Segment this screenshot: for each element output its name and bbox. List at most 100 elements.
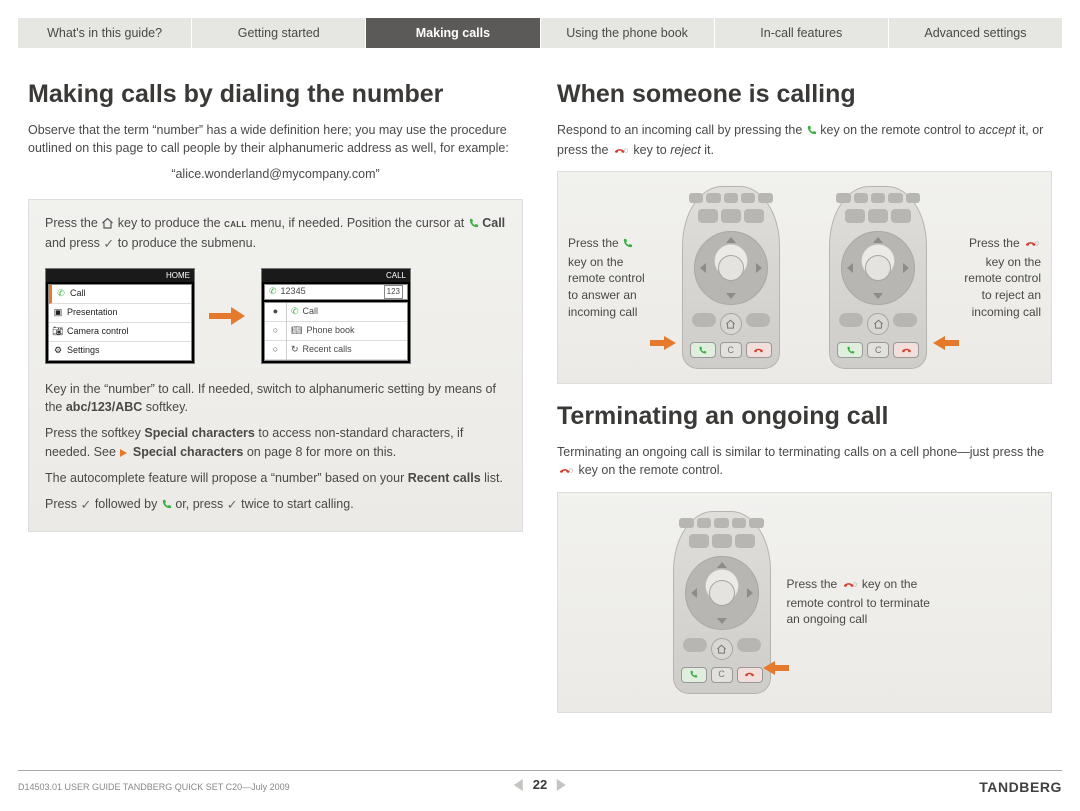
- answer-button: [690, 342, 716, 358]
- phone-red-icon: [1023, 237, 1041, 254]
- t: or, press: [175, 497, 226, 511]
- phone-green-icon: [622, 237, 633, 254]
- t: key to: [633, 143, 670, 157]
- clear-button: C: [720, 342, 742, 358]
- arrow-to-red-icon: [761, 661, 789, 675]
- brand-logo: TANDBERG: [979, 779, 1062, 795]
- col-right: When someone is calling Respond to an in…: [557, 80, 1052, 731]
- t: Press the: [568, 236, 622, 250]
- home-menu-list: ✆Call ▣Presentation 📷︎Camera control ⚙Se…: [48, 284, 192, 361]
- layout-icon: [744, 209, 764, 223]
- ok-button: [718, 255, 744, 281]
- dpad: [694, 231, 768, 305]
- t: key on the remote control to answer an i…: [568, 255, 645, 319]
- next-page-icon[interactable]: [557, 779, 566, 791]
- footer: D14503.01 USER GUIDE TANDBERG QUICK SET …: [18, 770, 1062, 795]
- t: key to produce the: [118, 216, 224, 230]
- t: on page 8 for more on this.: [247, 445, 396, 459]
- check-icon: ✓: [103, 235, 114, 254]
- t: Respond to an incoming call by pressing …: [557, 123, 806, 137]
- presentation-icon: [698, 209, 718, 223]
- t: The autocomplete feature will propose a …: [45, 471, 408, 485]
- arrow-right-icon: [209, 307, 247, 325]
- t: key on the remote control to: [820, 123, 978, 137]
- camera-icon: 📷︎: [53, 327, 63, 337]
- screenshots-row: HOME ✆Call ▣Presentation 📷︎Camera contro…: [45, 268, 506, 364]
- submenu-phonebook: 📖︎Phone book: [287, 322, 407, 341]
- t: Camera control: [67, 325, 129, 339]
- t: it.: [704, 143, 714, 157]
- submenu-call: ✆Call: [287, 303, 407, 322]
- submenu-recent: ↻Recent calls: [287, 341, 407, 360]
- remote-illustration: C: [829, 186, 927, 369]
- reject-button: [746, 342, 772, 358]
- t: 12345: [281, 285, 306, 299]
- tab-making-calls[interactable]: Making calls: [366, 18, 540, 48]
- phone-green-icon: ✆: [269, 285, 277, 299]
- menu-item-camera: 📷︎ Camera control: [49, 323, 191, 342]
- heading-incoming: When someone is calling: [557, 80, 1052, 109]
- item-column: ✆Call 📖︎Phone book ↻Recent calls: [287, 303, 407, 360]
- pager: 22: [514, 777, 566, 792]
- panel-steps: Press the key to produce the call menu, …: [28, 199, 523, 532]
- remote-terminate: C: [673, 511, 771, 694]
- t: twice to start calling.: [241, 497, 354, 511]
- incoming-intro: Respond to an incoming call by pressing …: [557, 121, 1052, 161]
- t: Press: [45, 497, 80, 511]
- phone-green-icon: [161, 497, 172, 515]
- phone-green-icon: ✆: [56, 289, 66, 299]
- check-icon: ✓: [80, 496, 91, 515]
- t: Press the: [969, 236, 1023, 250]
- caption-terminate: Press the key on the remote control to t…: [787, 576, 937, 628]
- phone-red-icon: [557, 463, 575, 481]
- zoom-icon: [721, 209, 741, 223]
- phone-red-icon: [612, 143, 630, 161]
- phone-green-icon: ✆: [291, 305, 299, 319]
- mode-indicator: 123: [384, 285, 403, 299]
- prev-page-icon[interactable]: [514, 779, 523, 791]
- book-icon: 📖︎: [291, 324, 302, 338]
- dot-icon: ○: [265, 341, 286, 360]
- footer-doc-id: D14503.01 USER GUIDE TANDBERG QUICK SET …: [18, 782, 290, 792]
- tab-in-call[interactable]: In-call features: [715, 18, 889, 48]
- t: Call: [70, 287, 86, 301]
- heading-terminate: Terminating an ongoing call: [557, 402, 1052, 431]
- t: Press the: [45, 216, 101, 230]
- t: call: [224, 218, 247, 230]
- call-submenu: ● ○ ○ ✆Call 📖︎Phone book ↻Recent calls: [264, 302, 408, 361]
- caption-answer: Press the key on the remote control to a…: [568, 235, 652, 321]
- content-columns: Making calls by dialing the number Obser…: [18, 80, 1062, 731]
- phone-red-icon: [841, 578, 859, 595]
- presentation-icon: ▣: [53, 308, 63, 318]
- phone-green-icon: [806, 123, 817, 141]
- arrow-to-green-icon: [650, 336, 678, 350]
- phone-green-icon: [468, 216, 479, 234]
- menu-item-settings: ⚙Settings: [49, 342, 191, 360]
- t: Recent calls: [408, 471, 481, 485]
- tab-whats-in-guide[interactable]: What's in this guide?: [18, 18, 192, 48]
- screenshot-home-menu: HOME ✆Call ▣Presentation 📷︎Camera contro…: [45, 268, 195, 364]
- t: Press the softkey: [45, 426, 144, 440]
- dial-input: ✆ 12345 123: [264, 284, 408, 300]
- remote-illustration: C: [682, 186, 780, 369]
- page-number: 22: [533, 777, 547, 792]
- step-1: Press the key to produce the call menu, …: [45, 214, 506, 254]
- t: accept: [979, 123, 1016, 137]
- icon-column: ● ○ ○: [265, 303, 287, 360]
- tab-advanced[interactable]: Advanced settings: [889, 18, 1062, 48]
- col-left: Making calls by dialing the number Obser…: [28, 80, 523, 731]
- intro-text: Observe that the term “number” has a wid…: [28, 121, 523, 157]
- link-special-chars[interactable]: Special characters: [133, 445, 244, 459]
- t: key on the remote control.: [578, 463, 723, 477]
- t: reject: [670, 143, 701, 157]
- tab-getting-started[interactable]: Getting started: [192, 18, 366, 48]
- t: Special characters: [144, 426, 255, 440]
- panel-incoming: Press the key on the remote control to a…: [557, 171, 1052, 384]
- step-2: Key in the “number” to call. If needed, …: [45, 380, 506, 416]
- remote-illustration: C: [673, 511, 771, 694]
- check-icon: ✓: [227, 496, 238, 515]
- t: followed by: [95, 497, 161, 511]
- panel-terminate: C Press the key on the remote control to…: [557, 492, 1052, 713]
- tab-phone-book[interactable]: Using the phone book: [541, 18, 715, 48]
- t: abc/123/ABC: [66, 400, 142, 414]
